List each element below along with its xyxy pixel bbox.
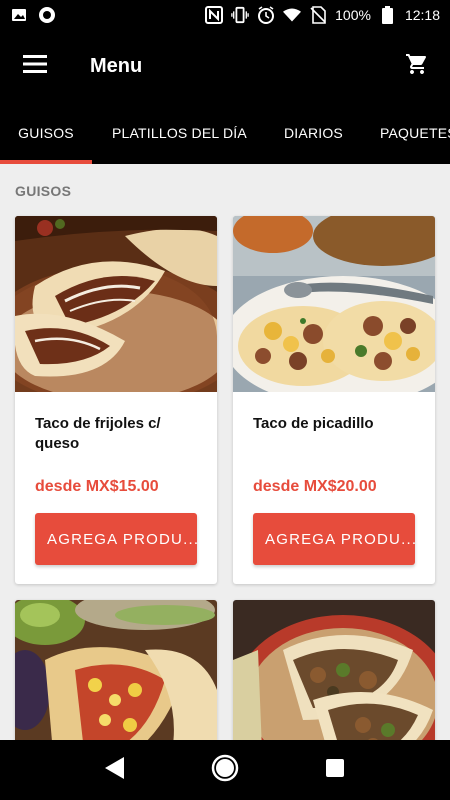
- system-nav-bar: [0, 740, 450, 800]
- tab-diarios[interactable]: DIARIOS: [284, 102, 343, 164]
- battery-icon: [379, 6, 397, 24]
- product-name: Taco de frijoles c/ queso: [35, 415, 161, 452]
- back-button[interactable]: [90, 745, 140, 795]
- product-price: desde MX$15.00: [35, 478, 159, 495]
- wifi-icon: [283, 6, 302, 24]
- battery-percent: 100%: [335, 7, 371, 23]
- recents-button[interactable]: [310, 745, 360, 795]
- product-image: [15, 216, 217, 392]
- page-title: Menu: [90, 54, 143, 77]
- alarm-icon: [257, 6, 275, 24]
- product-card[interactable]: [233, 600, 435, 740]
- circle-icon: [38, 6, 56, 24]
- home-button[interactable]: [200, 745, 250, 795]
- add-product-button[interactable]: AGREGA PRODU...: [35, 513, 197, 565]
- product-card[interactable]: Taco de picadillo desde MX$20.00 AGREGA …: [233, 216, 435, 584]
- tab-paquetes[interactable]: PAQUETES: [380, 102, 450, 164]
- product-image: [233, 600, 435, 740]
- image-icon: [10, 6, 28, 24]
- nfc-icon: [205, 6, 224, 24]
- vibrate-icon: [231, 6, 249, 24]
- back-icon: [104, 756, 126, 785]
- category-tabs: GUISOS PLATILLOS DEL DÍA DIARIOS PAQUETE…: [0, 102, 450, 164]
- product-name: Taco de picadillo: [253, 415, 374, 432]
- tab-guisos[interactable]: GUISOS: [0, 102, 92, 164]
- product-list: GUISOS Taco de frijoles c/ queso desde M…: [0, 164, 450, 740]
- product-image: [15, 600, 217, 740]
- product-price: desde MX$20.00: [253, 478, 377, 495]
- app-bar: Menu: [0, 30, 450, 102]
- tab-platillos-del-dia[interactable]: PLATILLOS DEL DÍA: [112, 102, 247, 164]
- add-product-button[interactable]: AGREGA PRODU...: [253, 513, 415, 565]
- recents-icon: [325, 758, 345, 783]
- shopping-cart-icon: [405, 52, 429, 81]
- product-card[interactable]: [15, 600, 217, 740]
- clock: 12:18: [404, 7, 440, 23]
- hamburger-menu-button[interactable]: [0, 30, 70, 102]
- cart-button[interactable]: [384, 30, 450, 102]
- no-sim-icon: [309, 6, 327, 24]
- product-image: [233, 216, 435, 392]
- product-card[interactable]: Taco de frijoles c/ queso desde MX$15.00…: [15, 216, 217, 584]
- hamburger-menu-icon: [23, 54, 47, 78]
- status-bar: 100% 12:18: [0, 0, 450, 30]
- section-title: GUISOS: [15, 183, 72, 199]
- home-icon: [211, 754, 239, 787]
